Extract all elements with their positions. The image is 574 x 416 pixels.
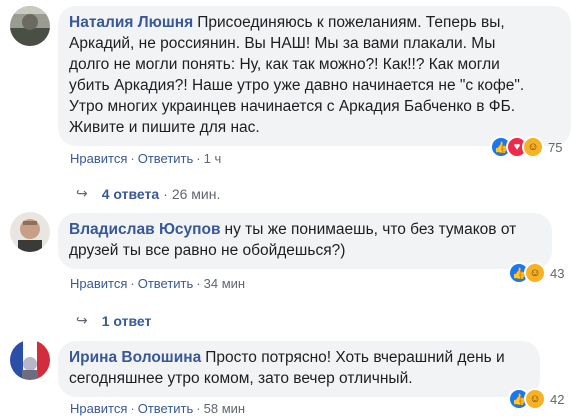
haha-icon: ☺: [524, 262, 546, 284]
reply-link[interactable]: Ответить: [138, 276, 194, 291]
comment-text-line: сегодняшнее утро комом, зато вечер отлич…: [69, 370, 413, 387]
comment-text-line: долго не могли понять: Ну, как так можно…: [69, 56, 500, 73]
like-link[interactable]: Нравится: [70, 151, 127, 166]
replies-count[interactable]: 4 ответа: [102, 186, 159, 202]
reaction-count: 42: [550, 391, 565, 407]
replies-count[interactable]: 1 ответ: [102, 313, 152, 329]
avatar[interactable]: [10, 6, 50, 46]
comment-author[interactable]: Владислав Юсупов: [69, 221, 221, 238]
like-link[interactable]: Нравится: [70, 276, 127, 291]
comment-author[interactable]: Ирина Волошина: [69, 349, 201, 366]
comment-actions: Нравится · Ответить · 1 ч: [70, 151, 222, 166]
replies-time: 26 мин.: [171, 185, 221, 202]
comment-bubble: Владислав Юсупов ну ты же понимаешь, что …: [58, 213, 552, 269]
avatar[interactable]: [10, 212, 50, 252]
comment-author[interactable]: Наталия Люшня: [69, 14, 193, 31]
reaction-summary[interactable]: 👍 ☺ 42: [508, 388, 564, 410]
comment-text-line: Утро многих украинцев начинается с Аркад…: [69, 98, 516, 115]
comment-bubble: Наталия Люшня Присоединяюсь к пожеланиям.…: [58, 6, 571, 146]
reply-arrow-icon: ↪: [76, 185, 88, 201]
comment-text-line: Аркадий, не россиянин. Вы НАШ! Мы за вам…: [69, 35, 496, 52]
reply-link[interactable]: Ответить: [138, 151, 194, 166]
comment-text-line: Присоединяюсь к пожеланиям. Теперь вы,: [197, 14, 505, 31]
reaction-count: 43: [550, 265, 565, 281]
avatar[interactable]: [10, 340, 50, 380]
haha-icon: ☺: [522, 136, 544, 158]
reaction-summary[interactable]: 👍 ♥ ☺ 75: [490, 136, 562, 158]
comment-text-line: убить Аркадия?! Наше утро уже давно начи…: [69, 77, 525, 94]
comment-bubble: Ирина Волошина Просто потрясно! Хоть вчер…: [58, 341, 540, 397]
comment-actions: Нравится · Ответить · 34 мин: [70, 276, 246, 291]
reaction-summary[interactable]: 👍 ☺ 43: [508, 262, 564, 284]
comment-time[interactable]: 34 мин: [204, 276, 245, 291]
view-replies[interactable]: ↪ 4 ответа · 26 мин.: [76, 185, 220, 202]
comment-text-line: ну ты же понимаешь, что без тумаков от: [224, 221, 517, 238]
comment-text-line: друзей ты все равно не обойдешься?): [69, 242, 346, 259]
comment-text-line: Живите и пишите для нас.: [69, 119, 260, 136]
comment-text-line: Просто потрясно! Хоть вчерашний день и: [205, 349, 505, 366]
view-replies[interactable]: ↪ 1 ответ: [76, 312, 151, 329]
reaction-count: 75: [548, 139, 563, 155]
reply-arrow-icon: ↪: [76, 312, 88, 328]
haha-icon: ☺: [524, 388, 546, 410]
comment-time[interactable]: 1 ч: [204, 151, 222, 166]
